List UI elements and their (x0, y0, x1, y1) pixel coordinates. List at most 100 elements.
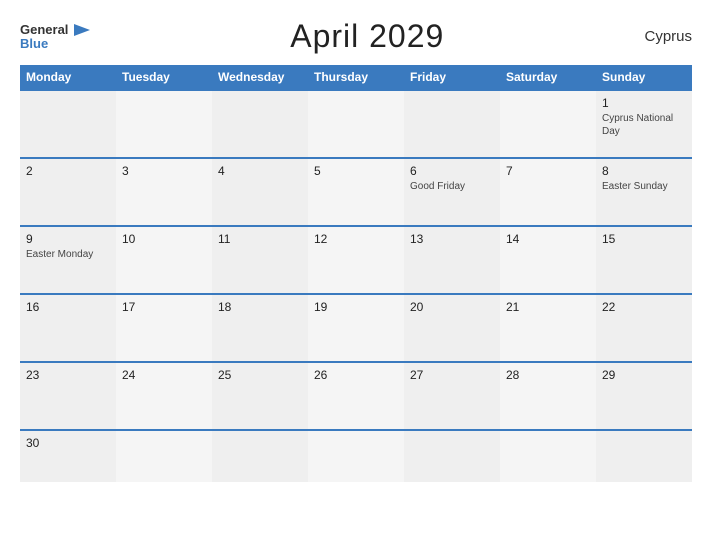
calendar-cell: 30 (20, 430, 116, 482)
day-number: 29 (602, 368, 686, 382)
day-number: 14 (506, 232, 590, 246)
day-number: 21 (506, 300, 590, 314)
day-number: 20 (410, 300, 494, 314)
day-number: 26 (314, 368, 398, 382)
calendar-row-0: 1 Cyprus National Day (20, 90, 692, 158)
calendar-cell: 27 (404, 362, 500, 430)
col-header-friday: Friday (404, 65, 500, 90)
col-header-saturday: Saturday (500, 65, 596, 90)
col-header-sunday: Sunday (596, 65, 692, 90)
day-number: 12 (314, 232, 398, 246)
calendar-cell: 1 Cyprus National Day (596, 90, 692, 158)
calendar-cell: 15 (596, 226, 692, 294)
calendar-cell (116, 90, 212, 158)
event-label: Easter Sunday (602, 180, 686, 193)
month-title: April 2029 (290, 18, 444, 55)
calendar-cell (596, 430, 692, 482)
header: General Blue April 2029 Cyprus (20, 18, 692, 55)
calendar-cell: 11 (212, 226, 308, 294)
day-number: 27 (410, 368, 494, 382)
calendar-cell: 25 (212, 362, 308, 430)
calendar-cell: 22 (596, 294, 692, 362)
calendar-cell (500, 430, 596, 482)
calendar-row-4: 23 24 25 26 27 28 29 (20, 362, 692, 430)
day-number: 9 (26, 232, 110, 246)
event-label: Good Friday (410, 180, 494, 193)
calendar-cell (404, 90, 500, 158)
day-number: 19 (314, 300, 398, 314)
calendar-cell: 8 Easter Sunday (596, 158, 692, 226)
logo-blue: Blue (20, 37, 90, 50)
calendar-header-row: MondayTuesdayWednesdayThursdayFridaySatu… (20, 65, 692, 90)
calendar-cell: 6 Good Friday (404, 158, 500, 226)
calendar-cell (116, 430, 212, 482)
calendar-cell: 12 (308, 226, 404, 294)
calendar-cell: 24 (116, 362, 212, 430)
country-name: Cyprus (644, 28, 692, 45)
day-number: 5 (314, 164, 398, 178)
calendar-cell (500, 90, 596, 158)
day-number: 30 (26, 436, 110, 450)
calendar-row-1: 23456 Good Friday 78 Easter Sunday (20, 158, 692, 226)
calendar-cell: 18 (212, 294, 308, 362)
day-number: 16 (26, 300, 110, 314)
logo-general: General (20, 23, 90, 37)
day-number: 2 (26, 164, 110, 178)
day-number: 15 (602, 232, 686, 246)
calendar-cell: 20 (404, 294, 500, 362)
logo-flag-icon (74, 24, 90, 36)
day-number: 11 (218, 232, 302, 246)
event-label: Cyprus National Day (602, 112, 686, 138)
day-number: 24 (122, 368, 206, 382)
calendar-cell: 4 (212, 158, 308, 226)
calendar-cell: 19 (308, 294, 404, 362)
day-number: 8 (602, 164, 686, 178)
day-number: 17 (122, 300, 206, 314)
calendar-cell (404, 430, 500, 482)
day-number: 28 (506, 368, 590, 382)
calendar-cell: 26 (308, 362, 404, 430)
calendar-cell: 13 (404, 226, 500, 294)
calendar-row-2: 9 Easter Monday 10 11 12 13 14 15 (20, 226, 692, 294)
calendar-cell: 7 (500, 158, 596, 226)
logo: General Blue (20, 23, 90, 51)
day-number: 3 (122, 164, 206, 178)
day-number: 6 (410, 164, 494, 178)
calendar-table: MondayTuesdayWednesdayThursdayFridaySatu… (20, 65, 692, 482)
calendar-cell (20, 90, 116, 158)
col-header-wednesday: Wednesday (212, 65, 308, 90)
calendar-cell: 29 (596, 362, 692, 430)
day-number: 1 (602, 96, 686, 110)
calendar-cell: 9 Easter Monday (20, 226, 116, 294)
calendar-cell: 2 (20, 158, 116, 226)
calendar-cell: 16 (20, 294, 116, 362)
calendar-cell (212, 430, 308, 482)
calendar-cell: 28 (500, 362, 596, 430)
day-number: 13 (410, 232, 494, 246)
calendar-cell: 10 (116, 226, 212, 294)
day-number: 7 (506, 164, 590, 178)
col-header-tuesday: Tuesday (116, 65, 212, 90)
calendar-cell (308, 430, 404, 482)
logo-text: General Blue (20, 23, 90, 51)
day-number: 18 (218, 300, 302, 314)
calendar-cell: 21 (500, 294, 596, 362)
event-label: Easter Monday (26, 248, 110, 261)
calendar-row-3: 16 17 18 19 20 21 22 (20, 294, 692, 362)
calendar-page: General Blue April 2029 Cyprus MondayTue… (0, 0, 712, 550)
day-number: 23 (26, 368, 110, 382)
day-number: 10 (122, 232, 206, 246)
col-header-thursday: Thursday (308, 65, 404, 90)
calendar-cell (212, 90, 308, 158)
calendar-row-5: 30 (20, 430, 692, 482)
calendar-cell (308, 90, 404, 158)
col-header-monday: Monday (20, 65, 116, 90)
calendar-cell: 17 (116, 294, 212, 362)
calendar-cell: 5 (308, 158, 404, 226)
day-number: 22 (602, 300, 686, 314)
day-number: 4 (218, 164, 302, 178)
calendar-cell: 23 (20, 362, 116, 430)
day-number: 25 (218, 368, 302, 382)
calendar-cell: 3 (116, 158, 212, 226)
calendar-cell: 14 (500, 226, 596, 294)
